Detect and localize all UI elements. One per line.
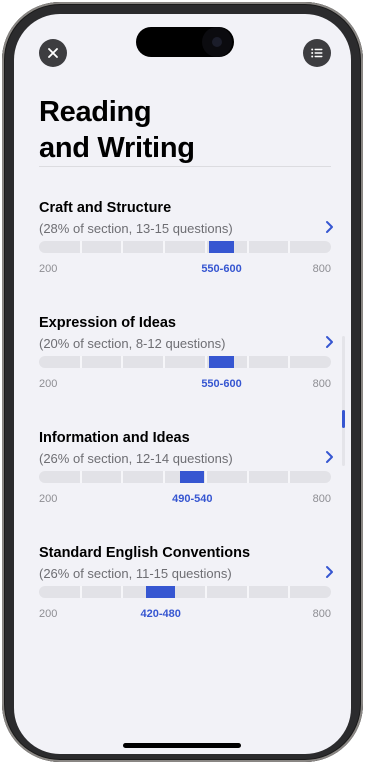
close-icon bbox=[48, 48, 58, 58]
bar-segment-divider bbox=[121, 356, 123, 368]
bar-segment-divider bbox=[163, 471, 165, 483]
scale-min-label: 200 bbox=[39, 493, 58, 505]
bar-segment-divider bbox=[121, 471, 123, 483]
score-range-fill bbox=[209, 356, 234, 368]
score-range-bar bbox=[39, 356, 331, 368]
bar-segment-divider bbox=[205, 241, 207, 253]
bar-segment-divider bbox=[163, 241, 165, 253]
score-range-bar bbox=[39, 471, 331, 483]
bar-segment-divider bbox=[247, 356, 249, 368]
bar-segment-divider bbox=[247, 241, 249, 253]
score-range-label: 490-540 bbox=[172, 493, 213, 505]
bar-segment-divider bbox=[121, 586, 123, 598]
section-subtitle: (26% of section, 11-15 questions) bbox=[39, 566, 232, 581]
score-range-bar bbox=[39, 586, 331, 598]
front-camera bbox=[202, 27, 232, 57]
scale-max-label: 800 bbox=[312, 378, 331, 390]
bar-segment-divider bbox=[205, 586, 207, 598]
menu-button[interactable] bbox=[303, 39, 331, 67]
bar-segment-divider bbox=[80, 356, 82, 368]
phone-frame: Reading and Writing Craft and Structure … bbox=[2, 2, 363, 762]
score-range-label: 420-480 bbox=[140, 608, 181, 620]
bar-segment-divider bbox=[80, 471, 82, 483]
score-range-fill bbox=[209, 241, 234, 253]
section-subtitle: (20% of section, 8-12 questions) bbox=[39, 336, 226, 351]
bar-segment-divider bbox=[205, 471, 207, 483]
bar-segment-divider bbox=[163, 356, 165, 368]
section-title: Information and Ideas bbox=[39, 430, 190, 446]
score-range-fill bbox=[146, 586, 176, 598]
score-range-label: 550-600 bbox=[201, 263, 242, 275]
scroll-indicator-thumb[interactable] bbox=[342, 410, 345, 428]
section-subtitle: (26% of section, 12-14 questions) bbox=[39, 451, 233, 466]
section-title: Expression of Ideas bbox=[39, 315, 176, 331]
scale-min-label: 200 bbox=[39, 608, 58, 620]
close-button[interactable] bbox=[39, 39, 67, 67]
scroll-indicator[interactable] bbox=[342, 336, 345, 466]
bar-segment-divider bbox=[288, 356, 290, 368]
bar-segment-divider bbox=[247, 586, 249, 598]
scale-max-label: 800 bbox=[312, 263, 331, 275]
scale-max-label: 800 bbox=[312, 493, 331, 505]
chevron-right-icon[interactable] bbox=[324, 220, 334, 234]
section-subtitle: (28% of section, 13-15 questions) bbox=[39, 221, 233, 236]
list-icon bbox=[311, 48, 323, 58]
score-range-label: 550-600 bbox=[201, 378, 242, 390]
app-screen: Reading and Writing Craft and Structure … bbox=[14, 14, 351, 754]
bar-segment-divider bbox=[288, 586, 290, 598]
section-row-standard-english-conventions[interactable]: Standard English Conventions (26% of sec… bbox=[39, 545, 335, 635]
bar-segment-divider bbox=[288, 241, 290, 253]
bar-segment-divider bbox=[205, 356, 207, 368]
bar-segment-divider bbox=[247, 471, 249, 483]
bar-segment-divider bbox=[80, 586, 82, 598]
chevron-right-icon[interactable] bbox=[324, 565, 334, 579]
scale-max-label: 800 bbox=[312, 608, 331, 620]
scale-min-label: 200 bbox=[39, 263, 58, 275]
score-range-bar bbox=[39, 241, 331, 253]
title-divider bbox=[39, 166, 331, 167]
home-indicator[interactable] bbox=[123, 743, 241, 748]
section-title: Craft and Structure bbox=[39, 200, 172, 216]
chevron-right-icon[interactable] bbox=[324, 450, 334, 464]
scale-min-label: 200 bbox=[39, 378, 58, 390]
section-row-craft-and-structure[interactable]: Craft and Structure (28% of section, 13-… bbox=[39, 200, 335, 290]
section-title: Standard English Conventions bbox=[39, 545, 251, 561]
bar-segment-divider bbox=[80, 241, 82, 253]
bar-segment-divider bbox=[121, 241, 123, 253]
page-title: Reading and Writing bbox=[39, 96, 195, 164]
score-range-fill bbox=[180, 471, 205, 483]
section-row-information-and-ideas[interactable]: Information and Ideas (26% of section, 1… bbox=[39, 430, 335, 520]
section-row-expression-of-ideas[interactable]: Expression of Ideas (20% of section, 8-1… bbox=[39, 315, 335, 405]
bar-segment-divider bbox=[288, 471, 290, 483]
chevron-right-icon[interactable] bbox=[324, 335, 334, 349]
